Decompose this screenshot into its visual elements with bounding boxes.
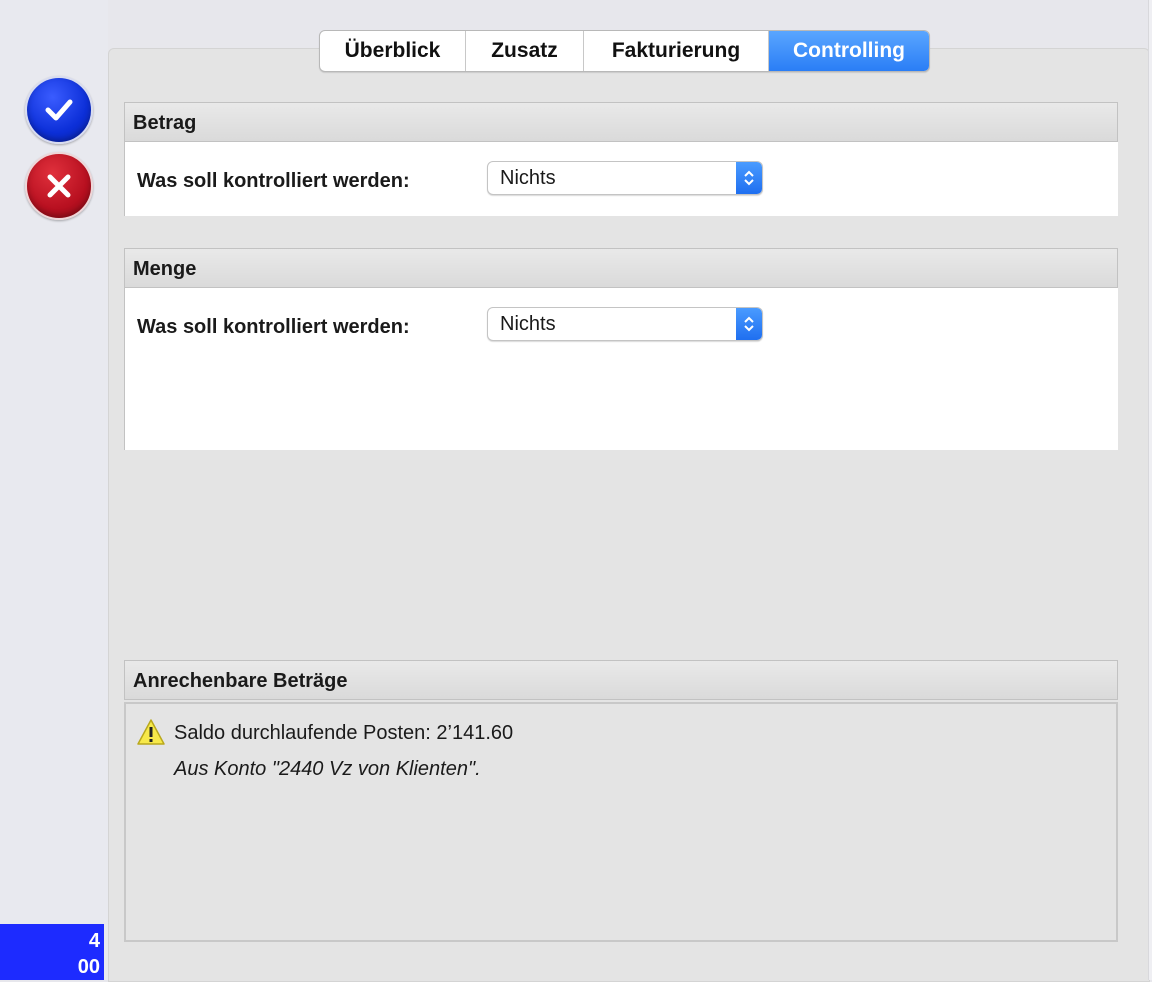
confirm-button[interactable]	[25, 76, 93, 144]
tab-bar: Überblick Zusatz Fakturierung Controllin…	[319, 30, 930, 72]
betrag-field-label: Was soll kontrolliert werden:	[137, 170, 410, 192]
anrechenbare-section-title: Anrechenbare Beträge	[124, 660, 1118, 700]
badge-line-1: 4	[88, 930, 100, 952]
updown-chevron-icon	[736, 308, 762, 340]
betrag-section-title: Betrag	[124, 102, 1118, 142]
menge-select-value: Nichts	[500, 313, 556, 335]
tab-ueberblick[interactable]: Überblick	[320, 31, 466, 71]
menge-section-title: Menge	[124, 248, 1118, 288]
updown-chevron-icon	[736, 162, 762, 194]
betrag-select-value: Nichts	[500, 167, 556, 189]
badge-line-2: 00	[77, 956, 100, 978]
menge-section-body: Was soll kontrolliert werden: Nichts	[124, 288, 1118, 450]
warning-icon	[137, 719, 165, 745]
close-icon	[47, 174, 71, 198]
tab-zusatz[interactable]: Zusatz	[466, 31, 584, 71]
left-toolbar	[0, 0, 108, 980]
tab-controlling[interactable]: Controlling	[769, 31, 929, 71]
window-edge	[1148, 0, 1152, 980]
menge-field-label: Was soll kontrolliert werden:	[137, 316, 410, 338]
betrag-section-body: Was soll kontrolliert werden: Nichts	[124, 142, 1118, 216]
menge-control-select[interactable]: Nichts	[487, 307, 763, 341]
konto-text: Aus Konto "2440 Vz von Klienten".	[174, 758, 481, 780]
saldo-text: Saldo durchlaufende Posten: 2’141.60	[174, 722, 514, 744]
count-badge: 4 00	[0, 924, 104, 980]
checkmark-icon	[45, 99, 73, 121]
cancel-button[interactable]	[25, 152, 93, 220]
betrag-control-select[interactable]: Nichts	[487, 161, 763, 195]
anrechenbare-info-box: Saldo durchlaufende Posten: 2’141.60 Aus…	[124, 702, 1118, 942]
tab-fakturierung[interactable]: Fakturierung	[584, 31, 769, 71]
